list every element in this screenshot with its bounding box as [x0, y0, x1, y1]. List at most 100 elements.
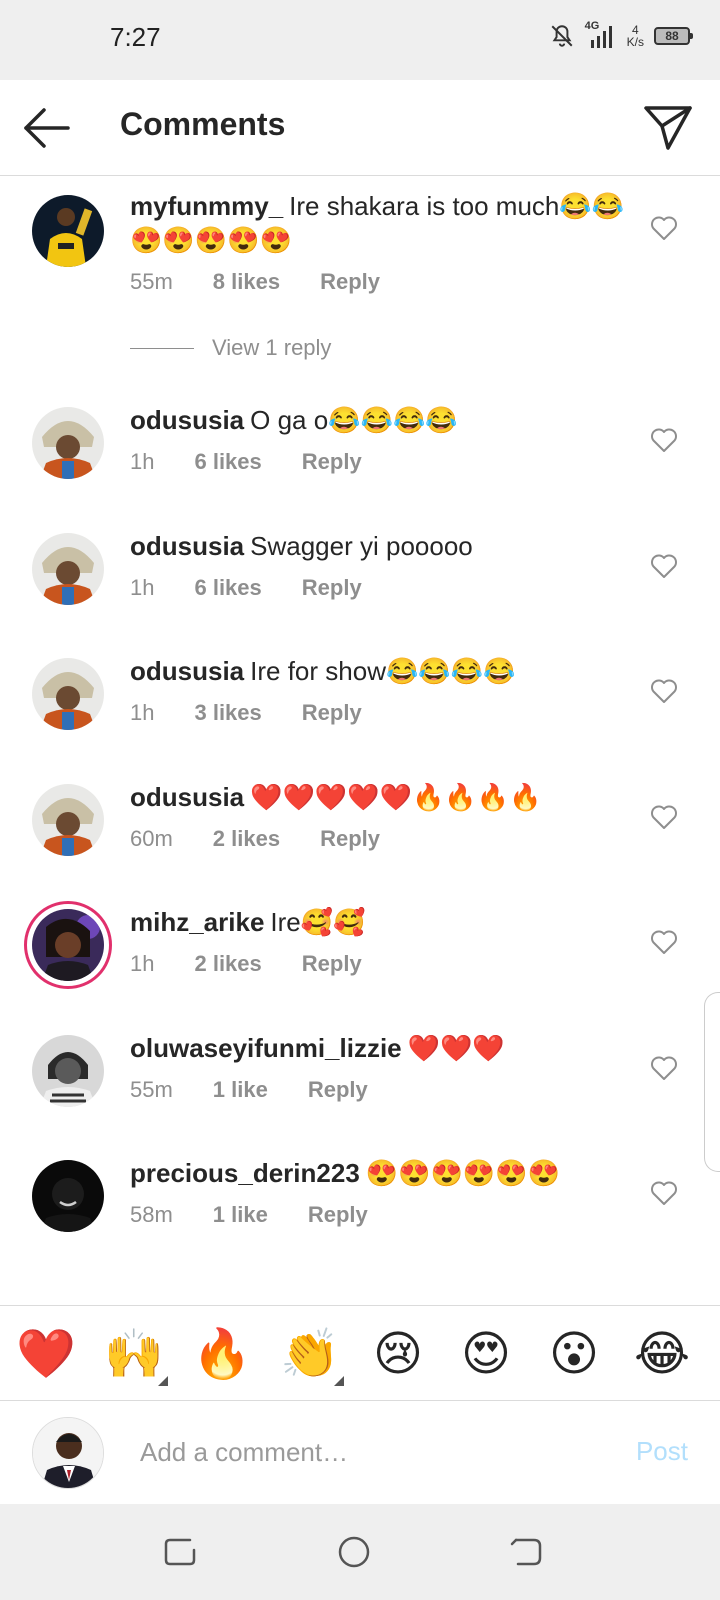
comment-username[interactable]: mihz_arike: [130, 907, 264, 937]
emoji-raised-hands: 🙌: [104, 1326, 164, 1382]
reply-button[interactable]: Reply: [308, 1202, 368, 1228]
skin-tone-indicator-icon: [158, 1376, 168, 1386]
comment-username[interactable]: odususia: [130, 531, 244, 561]
comment-username[interactable]: odususia: [130, 782, 244, 812]
network-speed-unit: K/s: [626, 35, 644, 49]
comment-time: 55m: [130, 1077, 173, 1102]
heart-icon[interactable]: [650, 804, 678, 830]
emoji-heart-eyes-button[interactable]: 😍: [456, 1324, 516, 1384]
reply-button[interactable]: Reply: [320, 826, 380, 852]
comment-time: 55m: [130, 269, 173, 294]
view-replies-label: View 1 reply: [212, 335, 332, 360]
heart-icon[interactable]: [650, 215, 678, 241]
comment-input[interactable]: [140, 1430, 580, 1474]
quick-emoji-bar: ❤️ 🙌 🔥 👏 😢 😍 😮 😂: [0, 1305, 720, 1401]
avatar[interactable]: [32, 195, 104, 267]
network-speed: 4 K/s: [627, 24, 644, 48]
comment-text: mihz_arike Ire🥰🥰: [130, 905, 630, 939]
comment-body: Swagger yi pooooo: [250, 531, 473, 561]
comment-body: Ire🥰🥰: [270, 907, 366, 937]
comment-likes[interactable]: 3 likes: [194, 700, 261, 726]
avatar[interactable]: [32, 1035, 104, 1107]
comment-time: 1h: [130, 951, 155, 976]
notifications-off-icon: [551, 25, 573, 47]
comment-likes[interactable]: 2 likes: [213, 826, 280, 852]
comment-body: ❤️❤️❤️❤️❤️🔥🔥🔥🔥: [250, 782, 542, 812]
comment-likes[interactable]: 1 like: [213, 1077, 268, 1103]
comment-likes[interactable]: 2 likes: [194, 951, 261, 977]
comment-likes[interactable]: 8 likes: [213, 269, 280, 295]
avatar: [32, 1417, 104, 1489]
comment-text: odususia O ga o😂😂😂😂: [130, 403, 630, 437]
comment-body: 😍😍😍😍😍😍: [365, 1158, 561, 1188]
comment-time: 60m: [130, 826, 173, 851]
comment-time: 58m: [130, 1202, 173, 1227]
cell-signal-icon: 4G: [585, 20, 617, 50]
comment-username[interactable]: precious_derin223: [130, 1158, 360, 1188]
reply-button[interactable]: Reply: [320, 269, 380, 295]
comments-list[interactable]: myfunmmy_ Ire shakara is too much😂😂😍😍😍😍😍 …: [0, 177, 720, 1305]
post-button[interactable]: Post: [636, 1436, 688, 1467]
comment-time: 1h: [130, 575, 155, 600]
system-nav-bar: [0, 1504, 720, 1600]
heart-icon[interactable]: [650, 427, 678, 453]
comment-likes[interactable]: 1 like: [213, 1202, 268, 1228]
comment-time: 1h: [130, 449, 155, 474]
avatar[interactable]: [32, 407, 104, 479]
comment-likes[interactable]: 6 likes: [194, 575, 261, 601]
heart-icon[interactable]: [650, 1055, 678, 1081]
avatar[interactable]: [32, 784, 104, 856]
back-nav-icon[interactable]: [506, 1532, 546, 1572]
comment-text: odususia Ire for show😂😂😂😂: [130, 654, 630, 688]
heart-icon[interactable]: [650, 1180, 678, 1206]
comment-meta: 1h 3 likes Reply: [130, 700, 362, 726]
status-time: 7:27: [110, 22, 161, 52]
status-bar: 7:27 4G 4 K/s 88: [0, 0, 720, 80]
comment-username[interactable]: oluwaseyifunmi_lizzie: [130, 1033, 402, 1063]
emoji-raised-hands-button[interactable]: 🙌: [104, 1324, 168, 1386]
reply-button[interactable]: Reply: [302, 700, 362, 726]
recent-apps-icon[interactable]: [160, 1532, 200, 1572]
skin-tone-indicator-icon: [334, 1376, 344, 1386]
divider: [130, 347, 194, 349]
comment-text: odususia ❤️❤️❤️❤️❤️🔥🔥🔥🔥: [130, 780, 630, 814]
status-icons: 4G 4 K/s 88: [549, 20, 693, 50]
comment-meta: 55m 1 like Reply: [130, 1077, 368, 1103]
emoji-crying-button[interactable]: 😢: [368, 1324, 428, 1384]
avatar[interactable]: [32, 533, 104, 605]
comment-meta: 58m 1 like Reply: [130, 1202, 368, 1228]
reply-button[interactable]: Reply: [302, 951, 362, 977]
emoji-heart-button[interactable]: ❤️: [16, 1324, 76, 1384]
emoji-laughing-button[interactable]: 😂: [632, 1324, 692, 1384]
heart-icon[interactable]: [650, 929, 678, 955]
comment-composer: Post: [0, 1402, 720, 1504]
paper-plane-icon[interactable]: [642, 102, 694, 154]
heart-icon[interactable]: [650, 678, 678, 704]
arrow-left-icon[interactable]: [20, 106, 72, 150]
view-replies-button[interactable]: View 1 reply: [130, 335, 331, 361]
avatar[interactable]: [32, 909, 104, 981]
comment-meta: 1h 2 likes Reply: [130, 951, 362, 977]
emoji-fire-button[interactable]: 🔥: [192, 1324, 252, 1384]
reply-button[interactable]: Reply: [302, 449, 362, 475]
avatar[interactable]: [32, 1160, 104, 1232]
avatar[interactable]: [32, 658, 104, 730]
heart-icon[interactable]: [650, 553, 678, 579]
reply-button[interactable]: Reply: [308, 1077, 368, 1103]
comment-likes[interactable]: 6 likes: [194, 449, 261, 475]
comment-username[interactable]: odususia: [130, 656, 244, 686]
comment-text: odususia Swagger yi pooooo: [130, 529, 630, 563]
header: Comments: [0, 80, 720, 176]
comment-body: Ire for show😂😂😂😂: [250, 656, 516, 686]
comment-text: precious_derin223 😍😍😍😍😍😍: [130, 1156, 630, 1190]
scroll-handle[interactable]: [704, 992, 720, 1172]
emoji-clapping-button[interactable]: 👏: [280, 1324, 344, 1386]
home-icon[interactable]: [334, 1532, 374, 1572]
reply-button[interactable]: Reply: [302, 575, 362, 601]
battery-icon: 88: [654, 27, 693, 45]
comment-username[interactable]: odususia: [130, 405, 244, 435]
emoji-clapping: 👏: [280, 1326, 340, 1382]
comment-username[interactable]: myfunmmy_: [130, 191, 283, 221]
emoji-surprised-button[interactable]: 😮: [544, 1324, 604, 1384]
comment-meta: 60m 2 likes Reply: [130, 826, 380, 852]
